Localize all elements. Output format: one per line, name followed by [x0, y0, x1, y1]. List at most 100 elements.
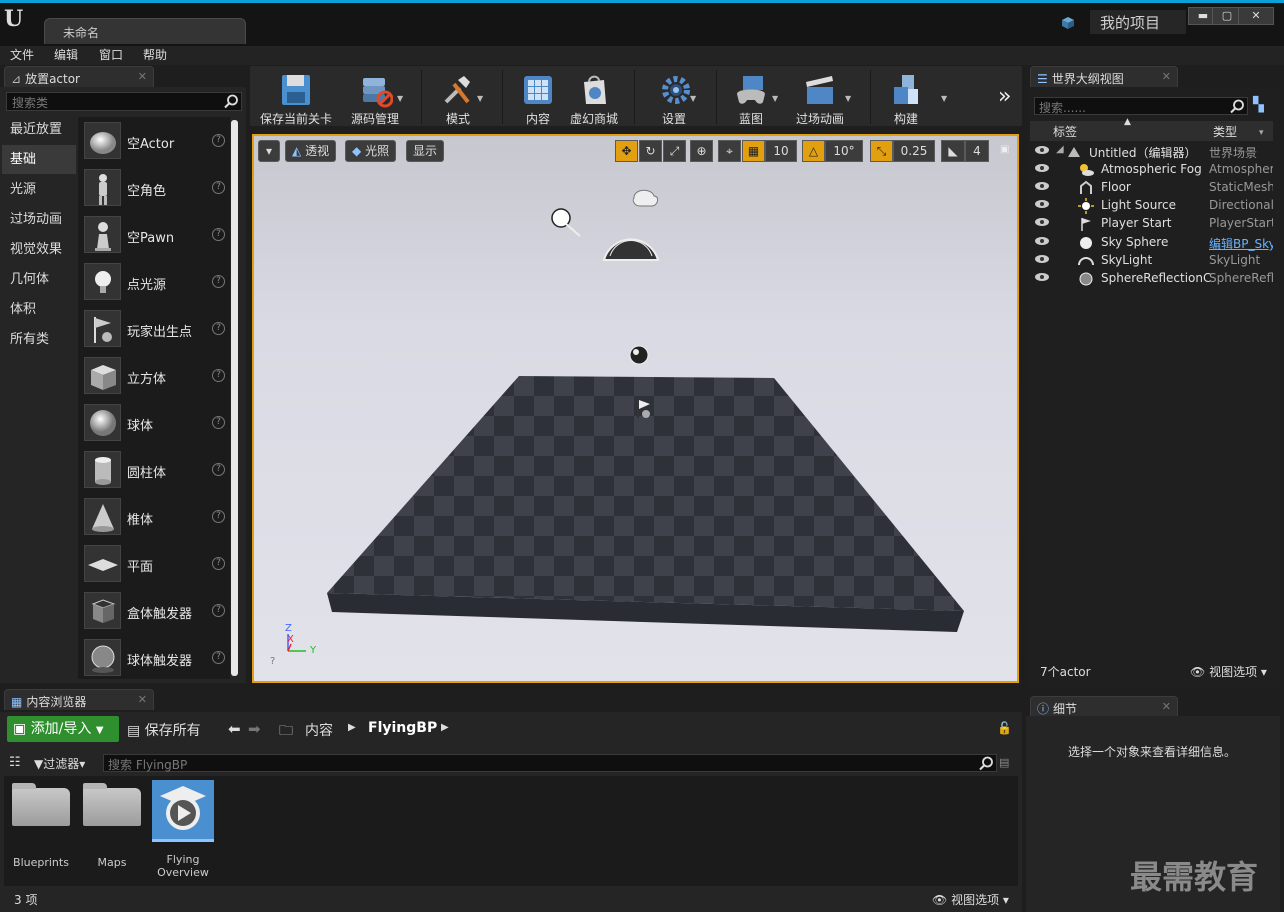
close-icon[interactable]: ✕ [138, 70, 147, 83]
help-icon[interactable]: ? [212, 275, 225, 288]
search-icon[interactable] [1230, 99, 1245, 114]
visibility-eye-icon[interactable] [1034, 236, 1050, 246]
rotate-tool-icon[interactable]: ↻ [639, 140, 662, 162]
outliner-row-skylight[interactable]: SkyLight SkyLight [1030, 252, 1273, 270]
expand-arrow-icon[interactable]: ◢ [1056, 144, 1064, 155]
actor-item-sphere-trigger[interactable]: 球体触发器 ? [84, 639, 229, 679]
asset-level-flying-overview[interactable]: Flying Overview [150, 780, 216, 879]
toolbar-overflow-icon[interactable]: » [998, 84, 1011, 109]
tab-world-outliner[interactable]: ☰ 世界大纲视图 ✕ [1030, 66, 1178, 87]
visibility-eye-icon[interactable] [1034, 254, 1050, 264]
project-name[interactable]: 我的项目 [1090, 10, 1186, 34]
column-type[interactable]: 类型 [1213, 123, 1237, 140]
category-geometry[interactable]: 几何体 [2, 265, 76, 294]
category-basic[interactable]: 基础 [2, 145, 76, 174]
asset-folder-blueprints[interactable]: Blueprints [8, 782, 74, 869]
visibility-eye-icon[interactable] [1034, 163, 1050, 173]
sources-toggle-icon[interactable]: ☷ [9, 755, 21, 770]
outliner-search-input[interactable]: 搜索...... [1034, 97, 1248, 115]
actor-item-cone[interactable]: 椎体 ? [84, 498, 229, 538]
actor-item-cube[interactable]: 立方体 ? [84, 357, 229, 397]
outliner-row-light-source[interactable]: Light Source DirectionalLight [1030, 197, 1273, 215]
asset-folder-maps[interactable]: Maps [79, 782, 145, 869]
camera-speed-icon[interactable]: ◣ [941, 140, 965, 162]
close-icon[interactable]: ✕ [1162, 700, 1171, 713]
grid-snap-icon[interactable]: ▦ [742, 140, 765, 162]
marketplace-button[interactable]: 虚幻商城 [566, 68, 622, 126]
help-icon[interactable]: ? [212, 604, 225, 617]
outliner-row-world[interactable]: ◢ Untitled（编辑器） 世界场景 [1030, 143, 1273, 161]
actor-item-plane[interactable]: 平面 ? [84, 545, 229, 585]
viewport-help-icon[interactable]: ? [270, 656, 275, 667]
help-icon[interactable]: ? [212, 134, 225, 147]
tab-details[interactable]: ⓘ 细节 ✕ [1030, 696, 1178, 717]
outliner-view-options[interactable]: 👁 视图选项 ▾ [1190, 663, 1267, 680]
rotation-snap-value[interactable]: 10° [825, 140, 863, 162]
breadcrumb-flyingbp[interactable]: FlyingBP [368, 720, 437, 736]
surface-snap-icon[interactable]: ⌖ [718, 140, 741, 162]
actor-item-player-start[interactable]: 玩家出生点 ? [84, 310, 229, 350]
breadcrumb-separator-icon[interactable]: ▶ [348, 722, 356, 733]
help-icon[interactable]: ? [212, 322, 225, 335]
help-icon[interactable]: ? [212, 416, 225, 429]
help-icon[interactable]: ? [212, 510, 225, 523]
scale-snap-icon[interactable]: ⤡ [870, 140, 893, 162]
perspective-button[interactable]: ◭ 透视 [285, 140, 337, 162]
outliner-row-sky-sphere[interactable]: Sky Sphere 编辑BP_Sky_Sphere [1030, 234, 1273, 252]
document-tab[interactable]: 未命名 [44, 18, 246, 44]
viewport-options-dropdown[interactable]: ▾ [258, 140, 280, 162]
help-icon[interactable]: ? [212, 369, 225, 382]
close-window-button[interactable]: ✕ [1238, 7, 1274, 25]
content-view-options[interactable]: 👁 视图选项 ▾ [932, 891, 1009, 908]
add-import-button[interactable]: ▣ 添加/导入 ▼ [7, 716, 119, 742]
scale-snap-value[interactable]: 0.25 [893, 140, 935, 162]
camera-speed-value[interactable]: 4 [965, 140, 989, 162]
build-button[interactable]: 构建 ▼ [880, 68, 947, 126]
reflection-capture-gizmo-icon[interactable] [629, 345, 649, 365]
help-icon[interactable]: ? [212, 557, 225, 570]
category-cinematic[interactable]: 过场动画 [2, 205, 76, 234]
save-all-button[interactable]: ▤ 保存所有 [127, 720, 201, 740]
actor-item-empty-character[interactable]: 空角色 ? [84, 169, 229, 209]
save-level-button[interactable]: 保存当前关卡 [258, 68, 334, 126]
category-all-classes[interactable]: 所有类 [2, 325, 76, 354]
forward-arrow-icon[interactable]: ➡ [248, 720, 261, 738]
close-icon[interactable]: ✕ [138, 693, 147, 706]
category-volumes[interactable]: 体积 [2, 295, 76, 324]
filters-button[interactable]: ▼过滤器▾ [34, 755, 85, 772]
rotation-snap-icon[interactable]: △ [802, 140, 825, 162]
cinematics-button[interactable]: 过场动画 ▼ [792, 68, 851, 126]
column-dropdown-icon[interactable]: ▾ [1259, 128, 1264, 138]
sun-gizmo-icon[interactable] [551, 208, 581, 237]
visibility-eye-icon[interactable] [1034, 199, 1050, 209]
level-viewport[interactable] [254, 136, 1017, 681]
actor-item-box-trigger[interactable]: 盒体触发器 ? [84, 592, 229, 632]
menu-help[interactable]: 帮助 [143, 46, 167, 65]
translate-tool-icon[interactable]: ✥ [615, 140, 638, 162]
category-recent[interactable]: 最近放置 [2, 115, 76, 144]
breadcrumb-content[interactable]: 内容 [305, 720, 333, 740]
column-label[interactable]: 标签 [1053, 123, 1077, 140]
search-icon[interactable] [224, 94, 239, 109]
outliner-row-player-start[interactable]: Player Start PlayerStart [1030, 215, 1273, 233]
source-control-button[interactable]: 源码管理 ▼ [342, 68, 408, 126]
unreal-logo-icon[interactable]: U [4, 6, 34, 36]
outliner-row-sphere-reflection[interactable]: SphereReflectionCapture SphereReflection… [1030, 270, 1273, 288]
breadcrumb-separator-icon[interactable]: ▶ [441, 722, 449, 733]
outliner-row-atmospheric-fog[interactable]: Atmospheric Fog AtmosphericFog [1030, 161, 1273, 179]
place-search-input[interactable]: 搜索类 [6, 92, 242, 111]
search-icon[interactable] [979, 756, 994, 771]
grid-snap-value[interactable]: 10 [765, 140, 797, 162]
actor-item-empty-pawn[interactable]: 空Pawn ? [84, 216, 229, 256]
content-search-input[interactable]: 搜索 FlyingBP [103, 754, 997, 772]
actor-item-cylinder[interactable]: 圆柱体 ? [84, 451, 229, 491]
menu-file[interactable]: 文件 [10, 46, 34, 65]
help-icon[interactable]: ? [212, 181, 225, 194]
edit-blueprint-link[interactable]: 编辑BP_Sky_Sphere [1209, 235, 1273, 252]
skylight-gizmo-icon[interactable] [602, 238, 660, 261]
lock-icon[interactable]: 🔓 [997, 721, 1012, 735]
tab-place-actor[interactable]: ⊿ 放置actor ✕ [4, 66, 154, 87]
help-icon[interactable]: ? [212, 463, 225, 476]
show-button[interactable]: 显示 [406, 140, 445, 162]
maximize-viewport-icon[interactable]: ▣ [1000, 144, 1009, 155]
